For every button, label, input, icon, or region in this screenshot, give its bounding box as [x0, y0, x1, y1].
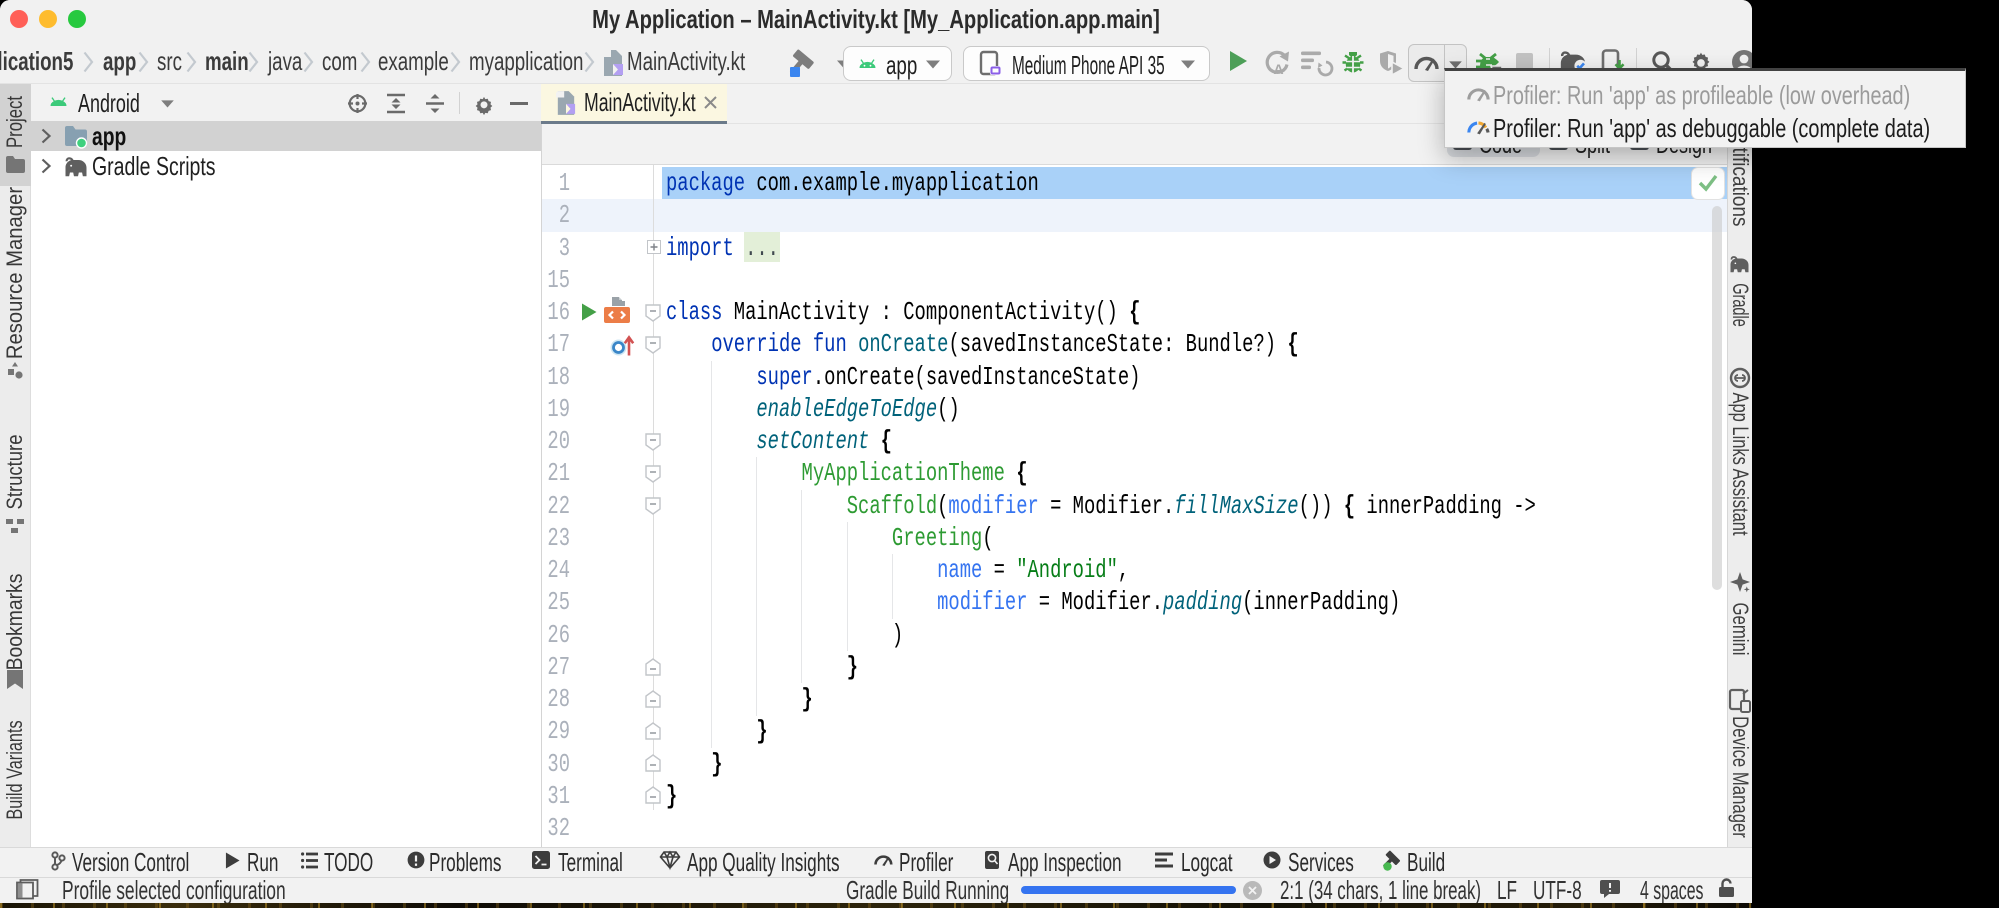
svg-text:A: A [1274, 61, 1284, 77]
